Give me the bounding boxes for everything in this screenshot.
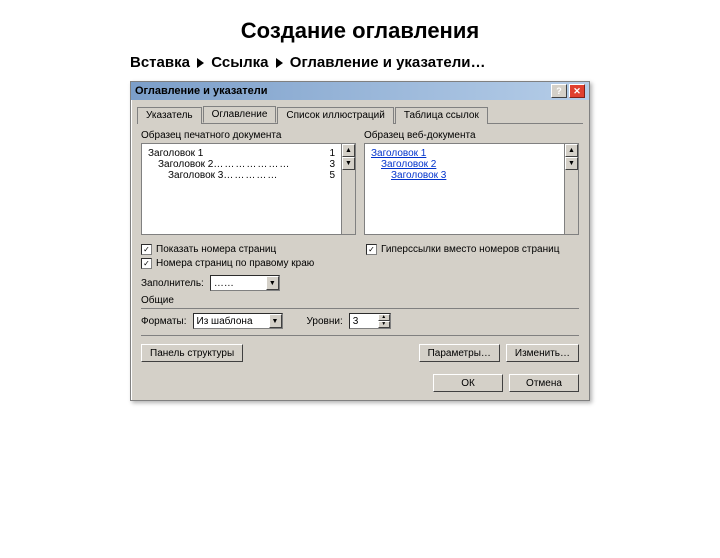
toc-link: Заголовок 1 <box>371 148 426 159</box>
show-page-numbers-label: Показать номера страниц <box>156 244 276 255</box>
spin-down-icon[interactable]: ▼ <box>378 321 390 328</box>
filler-combo[interactable]: …… ▼ <box>210 275 280 291</box>
titlebar: Оглавление и указатели ? ✕ <box>131 82 589 100</box>
filler-value: …… <box>211 278 266 289</box>
levels-spinner[interactable]: 3 ▲ ▼ <box>349 313 391 329</box>
breadcrumb-item: Вставка <box>130 54 190 71</box>
tab-illustrations[interactable]: Список иллюстраций <box>277 107 393 124</box>
hyperlinks-checkbox[interactable]: ✓ <box>366 244 377 255</box>
toc-link: Заголовок 3 <box>391 170 446 181</box>
help-button[interactable]: ? <box>551 84 567 98</box>
toc-text: Заголовок 3 <box>168 170 223 181</box>
breadcrumb-item: Ссылка <box>211 54 268 71</box>
toc-leader: …………… <box>223 170 278 181</box>
print-preview: Заголовок 1 1 Заголовок 2………………… 3 Заголов… <box>141 143 356 235</box>
scroll-down-icon[interactable]: ▼ <box>565 157 578 170</box>
tab-toc[interactable]: Оглавление <box>203 106 277 123</box>
cancel-button[interactable]: Отмена <box>509 374 579 392</box>
slide-title: Создание оглавления <box>0 18 720 44</box>
toc-dialog: Оглавление и указатели ? ✕ Указатель Огл… <box>130 81 590 401</box>
toc-page: 5 <box>329 170 335 181</box>
right-align-label: Номера страниц по правому краю <box>156 258 314 269</box>
toc-leader: ………………… <box>213 159 290 170</box>
general-section-label: Общие <box>141 295 579 306</box>
chevron-down-icon[interactable]: ▼ <box>269 314 282 328</box>
chevron-down-icon[interactable]: ▼ <box>266 276 279 290</box>
scroll-down-icon[interactable]: ▼ <box>342 157 355 170</box>
breadcrumb-item: Оглавление и указатели… <box>290 54 486 71</box>
chevron-right-icon <box>197 58 204 68</box>
tab-authorities[interactable]: Таблица ссылок <box>395 107 488 124</box>
levels-value: 3 <box>350 316 378 327</box>
close-button[interactable]: ✕ <box>569 84 585 98</box>
filler-label: Заполнитель: <box>141 278 204 289</box>
toc-text: Заголовок 2 <box>158 159 213 170</box>
format-label: Форматы: <box>141 316 187 327</box>
tab-strip: Указатель Оглавление Список иллюстраций … <box>137 106 583 124</box>
levels-label: Уровни: <box>307 316 343 327</box>
toc-link: Заголовок 2 <box>381 159 436 170</box>
options-button[interactable]: Параметры… <box>419 344 500 362</box>
scrollbar[interactable]: ▲ ▼ <box>564 144 578 234</box>
tab-index[interactable]: Указатель <box>137 107 202 124</box>
show-page-numbers-checkbox[interactable]: ✓ <box>141 244 152 255</box>
scroll-up-icon[interactable]: ▲ <box>565 144 578 157</box>
ok-button[interactable]: ОК <box>433 374 503 392</box>
scrollbar[interactable]: ▲ ▼ <box>341 144 355 234</box>
toc-page: 1 <box>329 148 335 159</box>
web-preview-label: Образец веб-документа <box>364 130 579 141</box>
format-value: Из шаблона <box>194 316 269 327</box>
chevron-right-icon <box>276 58 283 68</box>
modify-button[interactable]: Изменить… <box>506 344 579 362</box>
dialog-title: Оглавление и указатели <box>135 85 268 97</box>
hyperlinks-label: Гиперссылки вместо номеров страниц <box>381 244 559 255</box>
web-preview: Заголовок 1 Заголовок 2 Заголовок 3 ▲ ▼ <box>364 143 579 235</box>
outline-panel-button[interactable]: Панель структуры <box>141 344 243 362</box>
toc-page: 3 <box>329 159 335 170</box>
divider <box>141 335 579 336</box>
toc-text: Заголовок 1 <box>148 148 203 159</box>
divider <box>141 308 579 309</box>
format-combo[interactable]: Из шаблона ▼ <box>193 313 283 329</box>
spin-up-icon[interactable]: ▲ <box>378 314 390 321</box>
breadcrumb: Вставка Ссылка Оглавление и указатели… <box>130 54 720 71</box>
right-align-checkbox[interactable]: ✓ <box>141 258 152 269</box>
print-preview-label: Образец печатного документа <box>141 130 356 141</box>
scroll-up-icon[interactable]: ▲ <box>342 144 355 157</box>
